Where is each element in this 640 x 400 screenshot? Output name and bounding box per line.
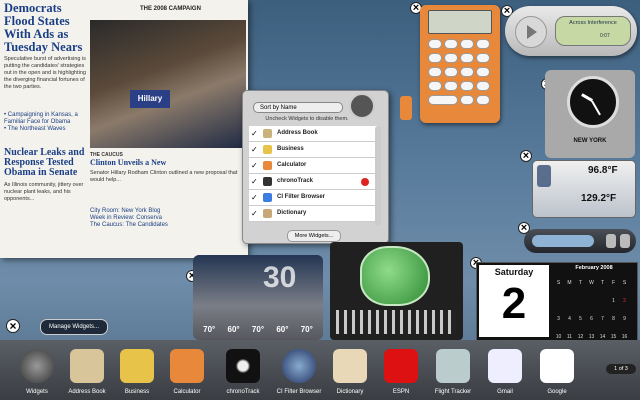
green-ticker-widget[interactable] bbox=[330, 242, 463, 340]
dock-label-gmail: Gmail bbox=[497, 389, 513, 395]
addressbook-icon[interactable] bbox=[70, 349, 104, 383]
track-title: Across Interference bbox=[569, 20, 617, 26]
temperature-widget[interactable]: 96.8°F 129.2°F bbox=[532, 160, 636, 218]
widget-row-addressbook[interactable]: ✓ Address Book bbox=[249, 126, 377, 142]
world-clock-widget[interactable]: NEW YORK bbox=[545, 70, 635, 158]
link-cityroom[interactable]: City Room: New York Blog bbox=[90, 208, 240, 215]
instruction-text: Uncheck Widgets to disable them. bbox=[265, 116, 349, 122]
dock-label-espn: ESPN bbox=[392, 389, 410, 395]
headline-nuclear[interactable]: Nuclear Leaks and Response Tested Obama … bbox=[4, 148, 88, 178]
calendar-day-panel: Saturday 2 bbox=[479, 265, 549, 337]
calendar-weekday-header: T bbox=[578, 280, 583, 286]
dock-label-chronotrack: chronoTrack bbox=[226, 389, 260, 395]
widget-manager-panel[interactable]: Sort by Name Uncheck Widgets to disable … bbox=[242, 90, 389, 244]
calculator-widget[interactable] bbox=[420, 5, 500, 123]
news-photo: Hillary bbox=[90, 20, 246, 148]
sort-dropdown[interactable]: Sort by Name bbox=[253, 102, 343, 113]
widget-row-chronotrack[interactable]: ✓ chronoTrack bbox=[249, 174, 377, 190]
widget-list: ✓ Address Book ✓ Business ✓ Calculator ✓ chr… bbox=[245, 126, 377, 226]
calendar-weekday-header: W bbox=[589, 280, 594, 286]
calendar-weekday-header: S bbox=[622, 280, 627, 286]
chronotrack-widget[interactable] bbox=[524, 229, 636, 253]
track-time: 0:07 bbox=[600, 33, 610, 39]
manage-widgets-button[interactable]: Manage Widgets... bbox=[40, 319, 108, 335]
weather-widget[interactable]: 30 70° 60° 70° 60° 70° bbox=[193, 255, 323, 340]
chronotrack-icon[interactable] bbox=[226, 349, 260, 383]
subhead-clinton[interactable]: Clinton Unveils a New bbox=[90, 158, 240, 167]
remove-widget-icon[interactable] bbox=[361, 178, 369, 186]
widget-list-scrollbar[interactable] bbox=[375, 126, 381, 226]
calendar-month-grid: February 2008 SMTWTFS 12 3456789 10 11 12 1… bbox=[553, 265, 635, 376]
ticker-bars bbox=[336, 310, 456, 334]
clock-face bbox=[567, 76, 619, 128]
calculator-icon[interactable] bbox=[170, 349, 204, 383]
link-caucus[interactable]: The Caucus: The Candidates bbox=[90, 222, 240, 229]
calculator-display bbox=[428, 10, 492, 34]
itunes-screen: Across Interference 0:07 bbox=[555, 16, 631, 46]
business-icon[interactable] bbox=[120, 349, 154, 383]
espn-icon[interactable] bbox=[384, 349, 418, 383]
calendar-day-number: 2 bbox=[501, 279, 527, 328]
dock-label-calculator: Calculator bbox=[173, 389, 201, 395]
itunes-widget[interactable]: Across Interference 0:07 bbox=[505, 6, 637, 56]
dock-pager[interactable]: 1 of 3 bbox=[606, 364, 636, 374]
more-widgets-button[interactable]: More Widgets... bbox=[287, 230, 341, 242]
gmail-icon[interactable] bbox=[488, 349, 522, 383]
calendar-weekday-header: S bbox=[556, 280, 561, 286]
news-clipping-widget[interactable]: Democrats Flood States With Ads as Tuesd… bbox=[0, 0, 248, 258]
weather-big-number: 30 bbox=[263, 261, 297, 294]
temp-reading-2: 129.2°F bbox=[581, 193, 617, 204]
fish-icon bbox=[360, 246, 430, 306]
google-icon[interactable] bbox=[540, 349, 574, 383]
calendar-weekday-header: F bbox=[611, 280, 616, 286]
flighttracker-icon[interactable] bbox=[436, 349, 470, 383]
temp-reading-1: 96.8°F bbox=[588, 165, 618, 176]
headline-democrats[interactable]: Democrats Flood States With Ads as Tuesd… bbox=[4, 2, 86, 54]
clock-city: NEW YORK bbox=[573, 138, 607, 144]
widget-row-cifilter[interactable]: ✓ CI Filter Browser bbox=[249, 190, 377, 206]
dock-label-flighttracker: Flight Tracker bbox=[434, 389, 472, 395]
calendar-weekday: Saturday bbox=[494, 267, 534, 277]
calendar-weekday-header: T bbox=[600, 280, 605, 286]
forecast-row: 70° 60° 70° 60° 70° bbox=[203, 325, 313, 334]
dock-label-google: Google bbox=[547, 389, 567, 395]
play-button[interactable] bbox=[515, 16, 547, 48]
calendar-weekday-header: M bbox=[567, 280, 572, 286]
play-icon bbox=[527, 25, 537, 39]
widgets-icon[interactable] bbox=[20, 349, 54, 383]
widget-row-business[interactable]: ✓ Business bbox=[249, 142, 377, 158]
widget-row-dictionary[interactable]: ✓ Dictionary bbox=[249, 206, 377, 222]
section-label: THE 2008 CAMPAIGN bbox=[140, 6, 201, 12]
link-weekinreview[interactable]: Week in Review: Conserva bbox=[90, 215, 240, 222]
cifilter-icon[interactable] bbox=[282, 349, 316, 383]
calculator-side-icon bbox=[400, 96, 412, 120]
widget-row-calculator[interactable]: ✓ Calculator bbox=[249, 158, 377, 174]
close-temperature-icon[interactable]: × bbox=[520, 150, 532, 162]
calendar-widget[interactable]: Saturday 2 February 2008 SMTWTFS 12 3456… bbox=[476, 262, 638, 376]
dictionary-icon[interactable] bbox=[333, 349, 367, 383]
close-widget-bar-icon[interactable]: × bbox=[6, 319, 20, 333]
